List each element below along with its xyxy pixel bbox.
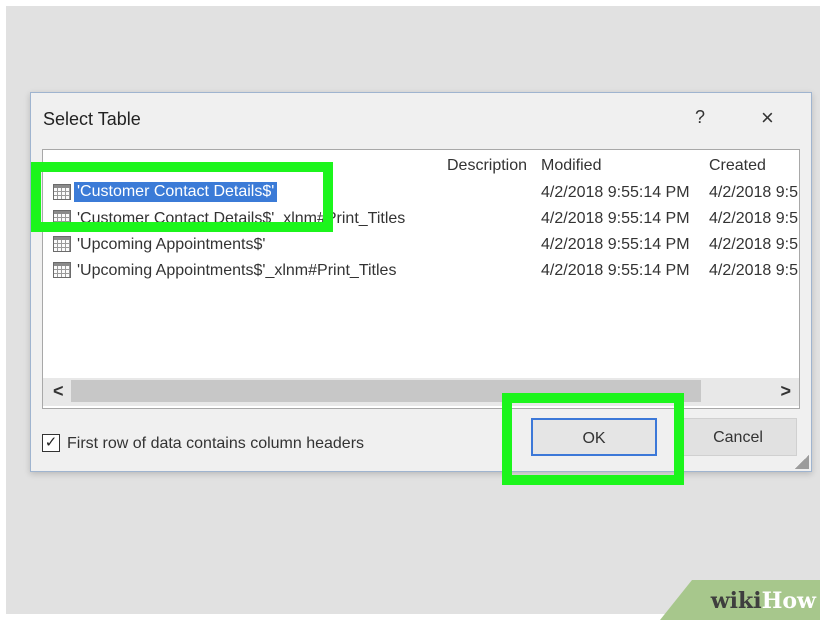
table-modified: 4/2/2018 9:55:14 PM [541,236,690,253]
table-created: 4/2/2018 9:5 [709,184,798,201]
header-row-checkbox[interactable]: ✓ [42,434,60,452]
wikihow-watermark: wikiHow [711,588,816,614]
dialog-title: Select Table [43,109,141,129]
table-icon [53,262,71,278]
table-created: 4/2/2018 9:5 [709,210,798,227]
watermark-text-how: How [761,588,816,614]
table-icon [53,236,71,252]
column-header-modified[interactable]: Modified [541,157,601,175]
scroll-left-icon[interactable]: < [53,381,64,402]
table-modified: 4/2/2018 9:55:14 PM [541,184,690,201]
close-icon[interactable]: × [761,105,774,131]
cancel-button[interactable]: Cancel [679,418,797,456]
resize-grip-icon[interactable] [795,455,809,469]
scroll-right-icon[interactable]: > [780,381,791,402]
highlight-box-table-selection [31,162,333,232]
highlight-box-ok-button [502,393,684,485]
table-row[interactable]: 'Upcoming Appointments$' 4/2/2018 9:55:1… [49,232,799,258]
table-name: 'Upcoming Appointments$' [77,236,266,253]
table-modified: 4/2/2018 9:55:14 PM [541,210,690,227]
table-name: 'Upcoming Appointments$'_xlnm#Print_Titl… [77,262,397,279]
table-row[interactable]: 'Upcoming Appointments$'_xlnm#Print_Titl… [49,258,799,284]
column-header-description[interactable]: Description [447,157,527,175]
column-header-created[interactable]: Created [709,157,766,175]
table-modified: 4/2/2018 9:55:14 PM [541,262,690,279]
table-created: 4/2/2018 9:5 [709,236,798,253]
watermark-text-wiki: wiki [710,588,762,614]
select-table-dialog: Select Table ? × Description Modified Cr… [30,92,812,472]
horizontal-scrollbar[interactable]: < > [43,378,799,406]
table-created: 4/2/2018 9:5 [709,262,798,279]
header-row-checkbox-label[interactable]: First row of data contains column header… [67,435,364,453]
help-button[interactable]: ? [695,107,705,128]
